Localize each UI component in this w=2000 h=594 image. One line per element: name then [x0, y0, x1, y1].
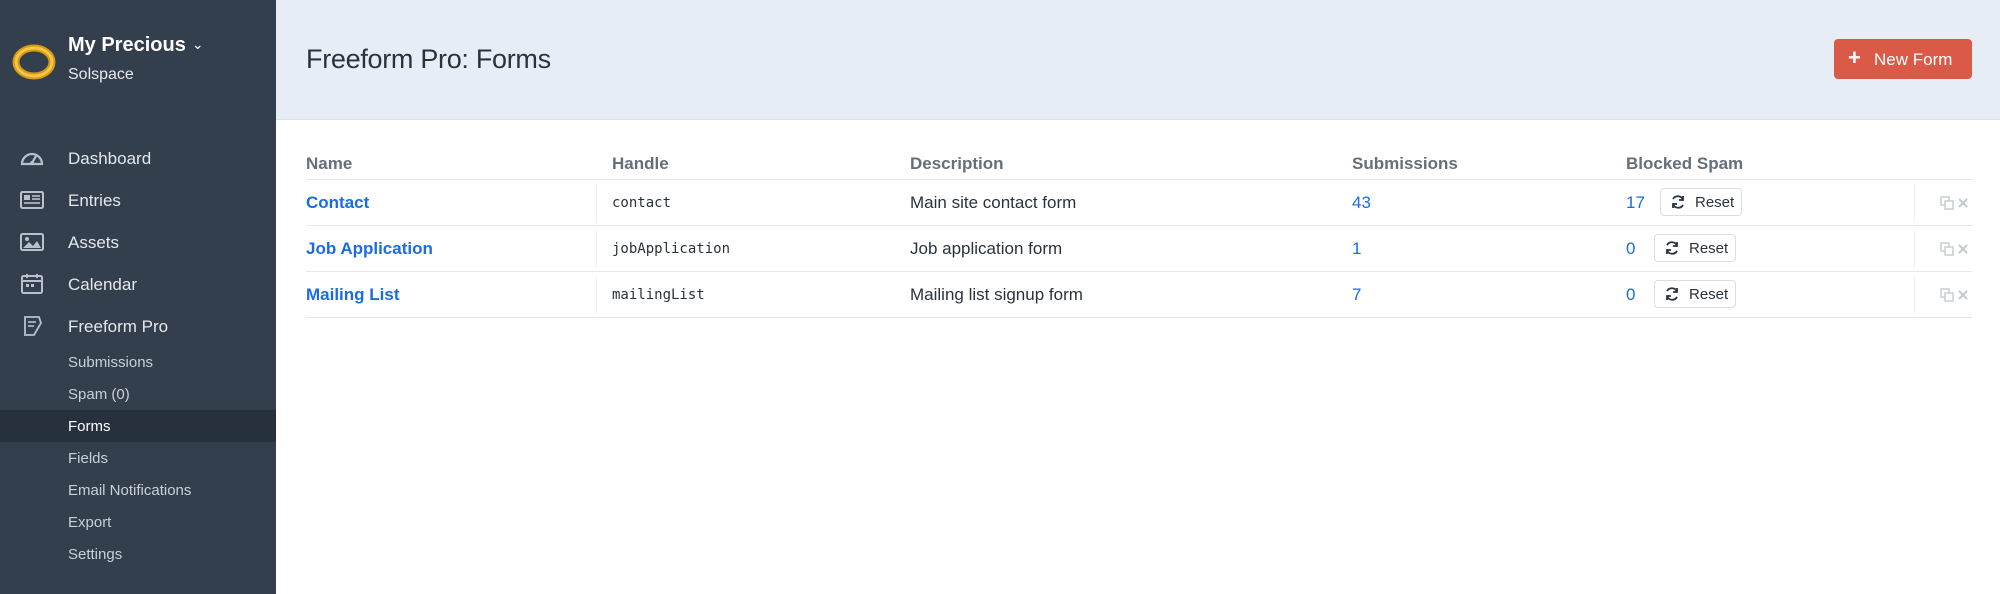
- column-divider: [1914, 230, 1915, 268]
- reset-spam-button[interactable]: Reset: [1660, 188, 1742, 216]
- freeform-subnav: Submissions Spam (0) Forms Fields Email …: [0, 346, 276, 570]
- subnav-label: Settings: [68, 546, 123, 563]
- page-title: Freeform Pro: Forms: [306, 44, 551, 74]
- table-row: Job Application jobApplication Job appli…: [306, 226, 1972, 272]
- refresh-icon: [1672, 195, 1684, 209]
- subnav-item-submissions[interactable]: Submissions: [0, 346, 276, 378]
- nav-label: Freeform Pro: [68, 317, 169, 336]
- page-header: Freeform Pro: Forms + New Form: [276, 0, 2000, 120]
- subnav-item-settings[interactable]: Settings: [0, 538, 276, 570]
- column-divider: [1914, 276, 1915, 314]
- form-description: Mailing list signup form: [910, 285, 1083, 304]
- column-header-handle[interactable]: Handle: [612, 154, 669, 174]
- form-name-link[interactable]: Mailing List: [306, 285, 400, 305]
- form-name-link[interactable]: Job Application: [306, 239, 433, 259]
- delete-icon[interactable]: [1956, 196, 1970, 210]
- reset-spam-button[interactable]: Reset: [1654, 280, 1736, 308]
- freeform-icon: [24, 316, 42, 336]
- nav-label: Calendar: [68, 275, 137, 294]
- nav-item-assets[interactable]: Assets: [0, 221, 276, 263]
- blocked-spam-count-link[interactable]: 17: [1626, 193, 1645, 213]
- entries-icon: [20, 191, 44, 209]
- nav-item-freeform-pro[interactable]: Freeform Pro: [0, 305, 276, 347]
- chevron-down-icon: ⌄: [191, 36, 204, 52]
- duplicate-icon[interactable]: [1940, 242, 1954, 256]
- form-handle: jobApplication: [612, 241, 731, 257]
- form-name-link[interactable]: Contact: [306, 193, 369, 213]
- column-divider: [596, 184, 597, 222]
- form-description: Job application form: [910, 239, 1063, 258]
- ring-logo: [12, 44, 56, 80]
- table-row: Contact contact Main site contact form 4…: [306, 180, 1972, 226]
- site-subtitle: Solspace: [68, 66, 134, 83]
- nav-item-calendar[interactable]: Calendar: [0, 263, 276, 305]
- column-header-name[interactable]: Name: [306, 154, 352, 174]
- row-actions: [1934, 242, 1970, 256]
- site-name-text: My Precious: [68, 34, 186, 56]
- reset-spam-button[interactable]: Reset: [1654, 234, 1736, 262]
- subnav-label: Forms: [68, 418, 111, 435]
- subnav-item-email-notifications[interactable]: Email Notifications: [0, 474, 276, 506]
- subnav-item-forms[interactable]: Forms: [0, 410, 276, 442]
- subnav-label: Spam (0): [68, 386, 130, 403]
- table-header: Name Handle Description Submissions Bloc…: [306, 150, 1972, 180]
- image-icon: [20, 233, 44, 251]
- table-row: Mailing List mailingList Mailing list si…: [306, 272, 1972, 318]
- site-name[interactable]: My Precious ⌄: [68, 34, 204, 57]
- sidebar: My Precious ⌄ Solspace Dashboard Entries: [0, 0, 276, 594]
- nav-item-entries[interactable]: Entries: [0, 179, 276, 221]
- column-divider: [596, 276, 597, 314]
- row-actions: [1934, 196, 1970, 210]
- subnav-label: Export: [68, 514, 112, 531]
- column-divider: [1914, 184, 1915, 222]
- subnav-item-spam[interactable]: Spam (0): [0, 378, 276, 410]
- subnav-label: Fields: [68, 450, 109, 467]
- plus-icon: +: [1848, 45, 1861, 70]
- column-header-description[interactable]: Description: [910, 154, 1004, 174]
- site-switcher[interactable]: My Precious ⌄ Solspace: [10, 30, 270, 90]
- form-handle: contact: [612, 195, 672, 211]
- subnav-label: Email Notifications: [68, 482, 192, 499]
- forms-table: Name Handle Description Submissions Bloc…: [306, 150, 1972, 318]
- subnav-item-export[interactable]: Export: [0, 506, 276, 538]
- delete-icon[interactable]: [1956, 288, 1970, 302]
- subnav-label: Submissions: [68, 354, 154, 371]
- form-description: Main site contact form: [910, 193, 1077, 212]
- subnav-item-fields[interactable]: Fields: [0, 442, 276, 474]
- submissions-count-link[interactable]: 7: [1352, 285, 1361, 305]
- refresh-icon: [1666, 241, 1678, 255]
- new-form-label: New Form: [1874, 50, 1953, 69]
- nav-label: Entries: [68, 191, 121, 210]
- blocked-spam-count-link[interactable]: 0: [1626, 285, 1635, 305]
- calendar-icon: [21, 274, 43, 294]
- column-divider: [596, 230, 597, 268]
- new-form-button[interactable]: + New Form: [1834, 39, 1972, 79]
- refresh-icon: [1666, 287, 1678, 301]
- delete-icon[interactable]: [1956, 242, 1970, 256]
- column-header-blocked-spam[interactable]: Blocked Spam: [1626, 154, 1743, 174]
- dashboard-icon: [20, 152, 44, 166]
- nav-label: Assets: [68, 233, 120, 252]
- blocked-spam-count-link[interactable]: 0: [1626, 239, 1635, 259]
- reset-label: Reset: [1689, 286, 1729, 303]
- form-handle: mailingList: [612, 287, 705, 303]
- duplicate-icon[interactable]: [1940, 288, 1954, 302]
- reset-label: Reset: [1695, 194, 1735, 211]
- main-nav: Dashboard Entries Assets Calendar Freefo…: [0, 137, 276, 347]
- duplicate-icon[interactable]: [1940, 196, 1954, 210]
- submissions-count-link[interactable]: 43: [1352, 193, 1371, 213]
- submissions-count-link[interactable]: 1: [1352, 239, 1361, 259]
- column-header-submissions[interactable]: Submissions: [1352, 154, 1458, 174]
- reset-label: Reset: [1689, 240, 1729, 257]
- nav-item-dashboard[interactable]: Dashboard: [0, 137, 276, 179]
- row-actions: [1934, 288, 1970, 302]
- nav-label: Dashboard: [68, 149, 152, 168]
